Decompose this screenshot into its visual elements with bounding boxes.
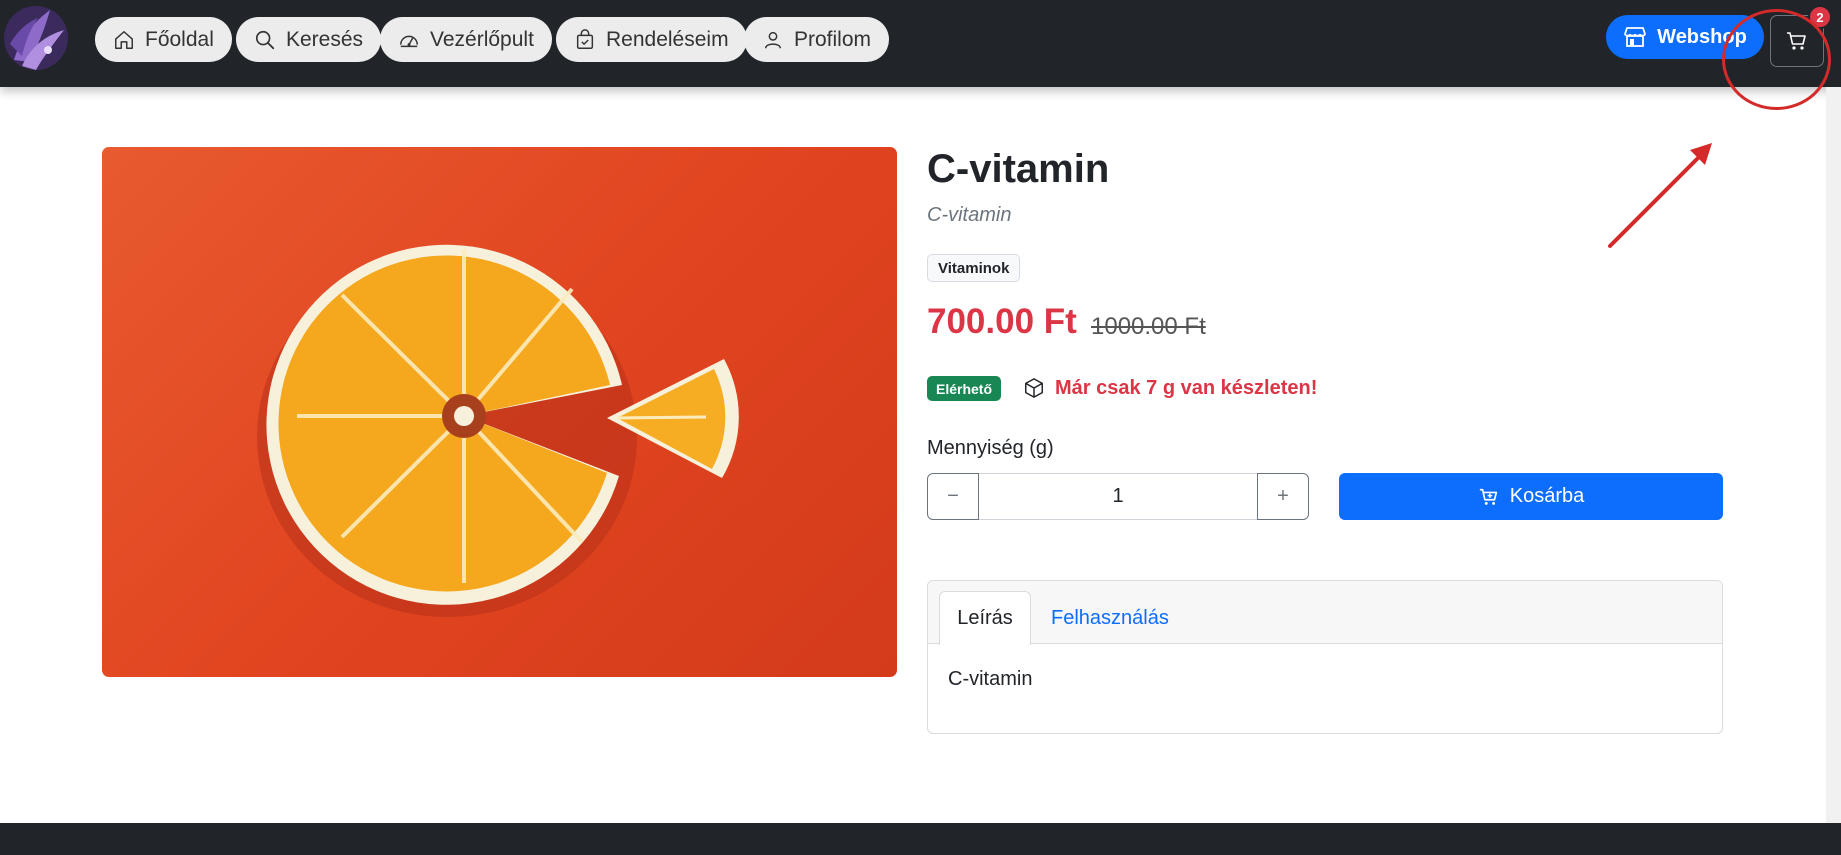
product-image: [102, 147, 897, 677]
nav-dashboard[interactable]: Vezérlőpult: [380, 17, 552, 62]
annotation-arrow-icon: [1608, 143, 1712, 248]
tab-header: Leírás Felhasználás: [928, 581, 1722, 645]
product-title: C-vitamin: [927, 147, 1110, 191]
annotation-circle: [1722, 9, 1831, 110]
quantity-label: Mennyiség (g): [927, 437, 1054, 459]
nav-home[interactable]: Főoldal: [95, 17, 232, 62]
product-tabs-card: Leírás Felhasználás C-vitamin: [927, 580, 1723, 734]
product-subtitle: C-vitamin: [927, 204, 1012, 226]
nav-profile[interactable]: Profilom: [744, 17, 890, 62]
home-icon: [115, 30, 133, 49]
decrement-button[interactable]: −: [927, 473, 979, 520]
nav-profile-label: Profilom: [794, 27, 872, 51]
category-badge: Vitaminok: [927, 254, 1021, 282]
nav-search[interactable]: Keresés: [236, 17, 382, 62]
nav-search-label: Keresés: [286, 27, 364, 51]
availability-badge: Elérhető: [927, 376, 1002, 401]
increment-button[interactable]: +: [1257, 473, 1309, 520]
person-icon: [764, 31, 782, 48]
cart-plus-icon: [1479, 488, 1497, 505]
quantity-input[interactable]: 1: [979, 473, 1257, 520]
brand-logo[interactable]: [0, 0, 72, 78]
product-price: 700.00 Ft: [927, 302, 1077, 341]
nav-dashboard-label: Vezérlőpult: [430, 27, 534, 51]
tab-content: C-vitamin: [948, 668, 1033, 690]
nav-orders[interactable]: Rendeléseim: [556, 17, 747, 62]
speedometer-icon: [400, 35, 418, 47]
nav-orders-label: Rendeléseim: [606, 27, 729, 51]
scrollbar-track[interactable]: [1826, 87, 1841, 823]
box-icon: [1025, 378, 1043, 398]
tab-usage[interactable]: Felhasználás: [1051, 607, 1169, 630]
shop-icon: [1624, 27, 1647, 47]
stock-warning: Már csak 7 g van készleten!: [1055, 377, 1318, 399]
add-to-cart-button[interactable]: Kosárba: [1339, 473, 1723, 520]
bag-check-icon: [576, 28, 594, 49]
product-old-price: 1000.00 Ft: [1091, 313, 1206, 340]
search-icon: [255, 30, 275, 49]
quantity-stepper: − 1 +: [927, 473, 1309, 520]
tab-description[interactable]: Leírás: [939, 591, 1031, 645]
nav-home-label: Főoldal: [145, 27, 214, 51]
add-to-cart-label: Kosárba: [1509, 485, 1585, 507]
footer: [0, 823, 1841, 855]
top-navbar: Főoldal Keresés Vezérlőpult Rendeléseim …: [0, 0, 1841, 87]
